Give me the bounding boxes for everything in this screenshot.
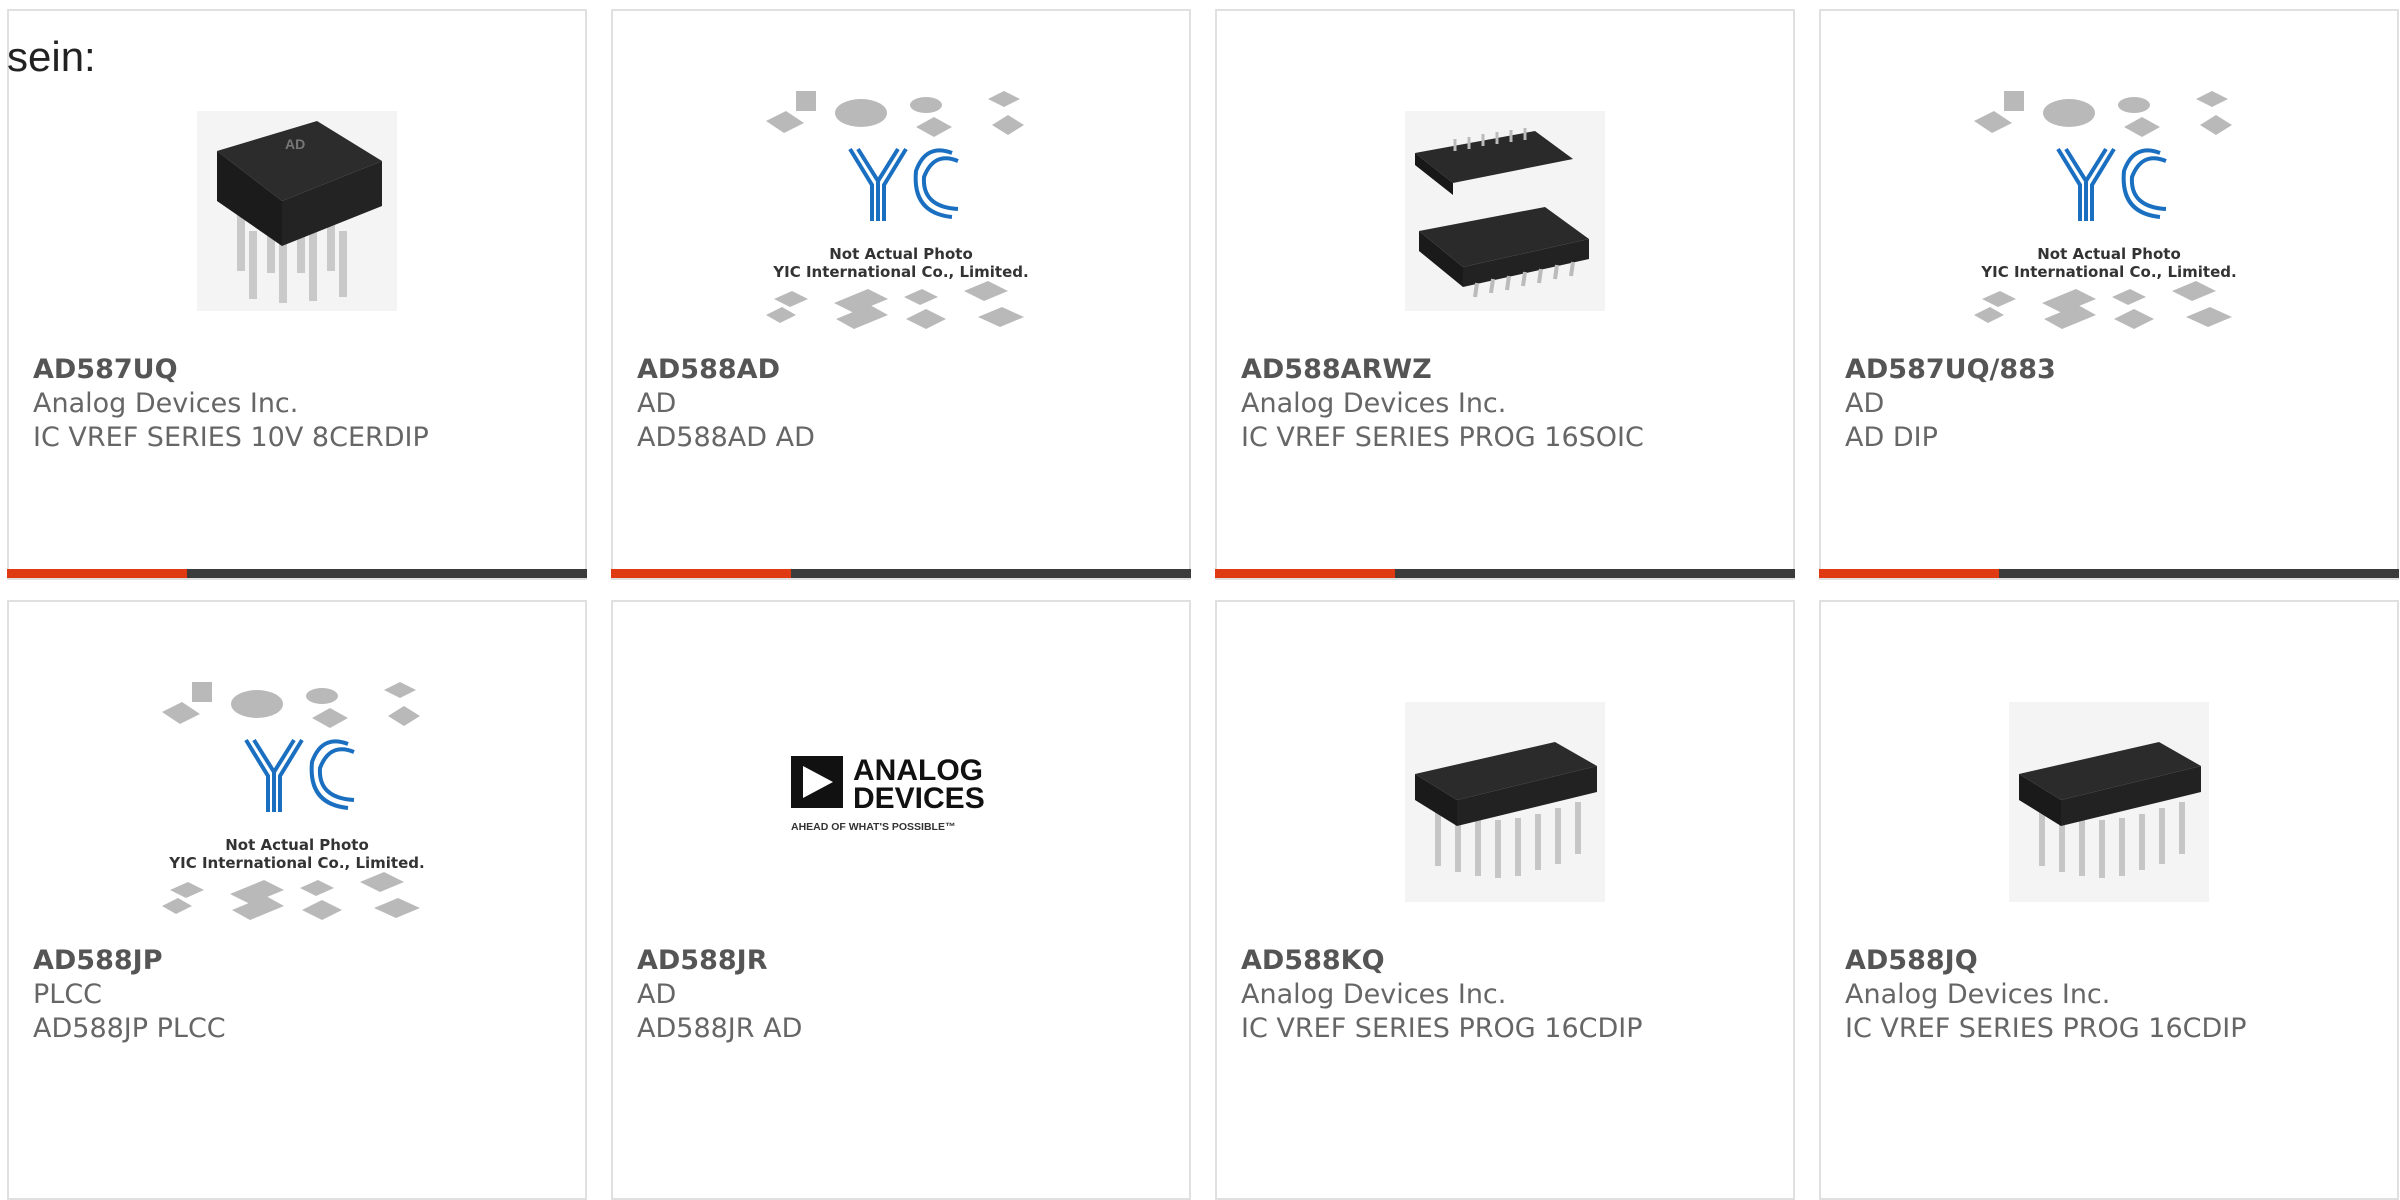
yic-placeholder-icon: Not Actual Photo YIC International Co., … [766, 91, 1029, 329]
yic-placeholder-icon: Not Actual Photo YIC International Co., … [1974, 91, 2237, 329]
part-number[interactable]: AD588JP [33, 944, 565, 978]
manufacturer: Analog Devices Inc. [33, 388, 299, 419]
svg-text:AD: AD [285, 136, 305, 152]
part-number[interactable]: AD588JR [637, 944, 1169, 978]
soic16-chip-icon [1405, 111, 1605, 311]
product-image[interactable] [1217, 71, 1793, 351]
product-info: AD588JR AD AD588JR AD [637, 944, 1169, 1046]
manufacturer: Analog Devices Inc. [1845, 979, 2111, 1010]
description: AD588AD AD [637, 422, 815, 453]
product-card[interactable]: Not Actual Photo YIC International Co., … [7, 600, 587, 1200]
description: IC VREF SERIES PROG 16SOIC [1241, 422, 1644, 453]
svg-text:YIC International Co., Limited: YIC International Co., Limited. [1980, 263, 2236, 281]
product-info: AD587UQ/883 AD AD DIP [1845, 353, 2377, 455]
product-image[interactable]: Not Actual Photo YIC International Co., … [9, 662, 585, 942]
svg-text:Not Actual Photo: Not Actual Photo [225, 836, 369, 854]
product-info: AD588JP PLCC AD588JP PLCC [33, 944, 565, 1046]
card-bottom-bar [1819, 569, 2399, 578]
product-image[interactable]: Not Actual Photo YIC International Co., … [613, 71, 1189, 351]
product-card[interactable]: Not Actual Photo YIC International Co., … [1819, 9, 2399, 580]
product-image[interactable]: Not Actual Photo YIC International Co., … [1821, 71, 2397, 351]
card-bottom-bar [7, 569, 587, 578]
description: IC VREF SERIES PROG 16CDIP [1845, 1013, 2247, 1044]
part-number[interactable]: AD587UQ/883 [1845, 353, 2377, 387]
manufacturer: Analog Devices Inc. [1241, 388, 1507, 419]
part-number[interactable]: AD588ARWZ [1241, 353, 1773, 387]
manufacturer: PLCC [33, 979, 103, 1010]
card-accent-bar [611, 569, 791, 578]
yic-placeholder-icon: Not Actual Photo YIC International Co., … [162, 682, 425, 920]
product-info: AD588ARWZ Analog Devices Inc. IC VREF SE… [1241, 353, 1773, 455]
description: AD588JR AD [637, 1013, 803, 1044]
product-card[interactable]: AD588ARWZ Analog Devices Inc. IC VREF SE… [1215, 9, 1795, 580]
description: IC VREF SERIES PROG 16CDIP [1241, 1013, 1643, 1044]
description: AD DIP [1845, 422, 1938, 453]
dip16-chip-icon [2009, 702, 2209, 902]
svg-text:YIC International Co., Limited: YIC International Co., Limited. [168, 854, 424, 872]
dip16-chip-icon [1405, 702, 1605, 902]
product-info: AD588JQ Analog Devices Inc. IC VREF SERI… [1845, 944, 2377, 1046]
product-image[interactable] [1821, 662, 2397, 942]
product-image[interactable]: ANALOG DEVICES AHEAD OF WHAT'S POSSIBLE™ [613, 662, 1189, 942]
svg-text:AHEAD OF WHAT'S POSSIBLE™: AHEAD OF WHAT'S POSSIBLE™ [791, 821, 955, 833]
product-info: AD588KQ Analog Devices Inc. IC VREF SERI… [1241, 944, 1773, 1046]
part-number[interactable]: AD588KQ [1241, 944, 1773, 978]
product-card[interactable]: ANALOG DEVICES AHEAD OF WHAT'S POSSIBLE™… [611, 600, 1191, 1200]
analog-devices-logo: ANALOG DEVICES AHEAD OF WHAT'S POSSIBLE™ [791, 754, 985, 833]
product-card[interactable]: AD588KQ Analog Devices Inc. IC VREF SERI… [1215, 600, 1795, 1200]
manufacturer: AD [637, 979, 677, 1010]
svg-text:Not Actual Photo: Not Actual Photo [829, 245, 973, 263]
part-number[interactable]: AD587UQ [33, 353, 565, 387]
product-card[interactable]: AD AD587UQ Analog Devices Inc. IC VREF S… [7, 9, 587, 580]
product-info: AD587UQ Analog Devices Inc. IC VREF SERI… [33, 353, 565, 455]
part-number[interactable]: AD588JQ [1845, 944, 2377, 978]
card-accent-bar [1819, 569, 1999, 578]
description: IC VREF SERIES 10V 8CERDIP [33, 422, 429, 453]
part-number[interactable]: AD588AD [637, 353, 1169, 387]
description: AD588JP PLCC [33, 1013, 226, 1044]
manufacturer: AD [637, 388, 677, 419]
manufacturer: Analog Devices Inc. [1241, 979, 1507, 1010]
product-image[interactable]: AD [9, 71, 585, 351]
product-card[interactable]: AD588JQ Analog Devices Inc. IC VREF SERI… [1819, 600, 2399, 1200]
card-accent-bar [1215, 569, 1395, 578]
product-info: AD588AD AD AD588AD AD [637, 353, 1169, 455]
card-accent-bar [7, 569, 187, 578]
intro-text: sein: [7, 33, 96, 80]
product-grid: AD AD587UQ Analog Devices Inc. IC VREF S… [7, 9, 2400, 1200]
card-bottom-bar [1215, 569, 1795, 578]
dip8-chip-icon: AD [197, 111, 397, 311]
card-bottom-bar [611, 569, 1191, 578]
svg-text:DEVICES: DEVICES [853, 782, 985, 815]
manufacturer: AD [1845, 388, 1885, 419]
svg-text:Not Actual Photo: Not Actual Photo [2037, 245, 2181, 263]
svg-text:YIC International Co., Limited: YIC International Co., Limited. [772, 263, 1028, 281]
product-image[interactable] [1217, 662, 1793, 942]
product-card[interactable]: Not Actual Photo YIC International Co., … [611, 9, 1191, 580]
